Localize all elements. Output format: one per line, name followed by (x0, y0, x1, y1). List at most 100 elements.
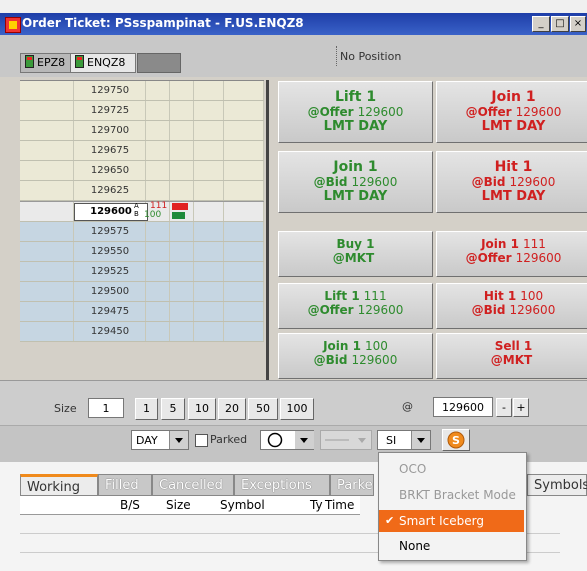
ladder-cell[interactable] (224, 121, 264, 140)
ladder-cell[interactable] (224, 81, 264, 100)
ladder-cell[interactable] (194, 141, 224, 160)
size-preset-button[interactable]: 1 (135, 398, 158, 420)
ladder-row[interactable]: 129675 (20, 141, 264, 161)
ladder-cell[interactable] (20, 81, 74, 100)
size-preset-button[interactable]: 50 (248, 398, 278, 420)
ladder-cell[interactable] (20, 242, 74, 261)
parked-checkbox[interactable] (195, 434, 208, 447)
ladder-cell[interactable] (170, 121, 194, 140)
ladder-cell[interactable] (20, 282, 74, 301)
ladder-row[interactable]: 129525 (20, 262, 264, 282)
ladder-row[interactable]: 129600 A B 111 100 (20, 201, 264, 222)
ladder-cell[interactable] (20, 202, 74, 221)
ladder-row[interactable]: 129500 (20, 282, 264, 302)
hit-bid-limit-button[interactable]: Hit 1 @Bid 129600 LMT DAY (436, 151, 587, 213)
ladder-cell[interactable] (224, 322, 264, 341)
ladder-cell[interactable] (224, 202, 264, 221)
tab-contract-enqz8[interactable]: ENQZ8 (70, 53, 136, 73)
ladder-cell[interactable] (146, 181, 170, 200)
hit-bid-size-button[interactable]: Hit 1 100 @Bid 129600 (436, 283, 587, 329)
ladder-cell[interactable] (170, 161, 194, 180)
order-type-select[interactable] (260, 430, 314, 450)
ladder-cell[interactable] (170, 242, 194, 261)
column-header-symbol[interactable]: Symbol (220, 498, 265, 512)
ladder-cell[interactable] (170, 222, 194, 241)
algo-settings-button[interactable]: S (442, 429, 470, 451)
ladder-cell[interactable] (20, 302, 74, 321)
price-decrement-button[interactable]: - (496, 398, 512, 417)
price-increment-button[interactable]: + (513, 398, 529, 417)
ladder-row[interactable]: 129450 (20, 322, 264, 342)
ladder-cell[interactable] (170, 101, 194, 120)
tab-filled[interactable]: Filled (98, 474, 152, 496)
tab-contract-empty[interactable] (137, 53, 181, 73)
column-header-time[interactable]: Time (325, 498, 354, 512)
ladder-row[interactable]: 129625 (20, 181, 264, 201)
menu-item-oco[interactable]: OCO (379, 458, 524, 480)
ladder-cell[interactable] (224, 181, 264, 200)
buy-market-button[interactable]: Buy 1 @MKT (278, 231, 433, 277)
tif-select[interactable]: DAY (131, 430, 189, 450)
ladder-cell[interactable] (146, 161, 170, 180)
size-preset-button[interactable]: 10 (188, 398, 216, 420)
ladder-cell[interactable] (170, 282, 194, 301)
join-offer-limit-button[interactable]: Join 1 @Offer 129600 LMT DAY (436, 81, 587, 143)
tab-working[interactable]: Working (20, 474, 98, 496)
ladder-cell[interactable] (20, 222, 74, 241)
ladder-cell[interactable] (224, 161, 264, 180)
tab-exceptions[interactable]: Exceptions (234, 474, 330, 496)
join-bid-limit-button[interactable]: Join 1 @Bid 129600 LMT DAY (278, 151, 433, 213)
sell-market-button[interactable]: Sell 1 @MKT (436, 333, 587, 379)
menu-item-smart-iceberg[interactable]: ✔ Smart Iceberg (379, 510, 524, 532)
ladder-row[interactable]: 129750 (20, 81, 264, 101)
ladder-cell[interactable] (146, 222, 170, 241)
ladder-cell[interactable] (170, 141, 194, 160)
ladder-row[interactable]: 129550 (20, 242, 264, 262)
menu-item-none[interactable]: None (379, 535, 524, 557)
ladder-cell[interactable] (146, 302, 170, 321)
tab-contract-epz8[interactable]: EPZ8 (20, 53, 72, 73)
column-header-type[interactable]: Ty (310, 498, 323, 512)
tab-symbols[interactable]: Symbols (527, 474, 587, 496)
ladder-cell[interactable] (146, 81, 170, 100)
title-bar[interactable]: Order Ticket: PSsspampinat - F.US.ENQZ8 … (0, 13, 587, 35)
ladder-cell[interactable] (194, 222, 224, 241)
ladder-cell[interactable] (20, 181, 74, 200)
ladder-cell[interactable] (146, 121, 170, 140)
ladder-row[interactable]: 129575 (20, 222, 264, 242)
ladder-cell[interactable] (170, 322, 194, 341)
ladder-row[interactable]: 129700 (20, 121, 264, 141)
ladder-cell[interactable] (194, 101, 224, 120)
ladder-cell[interactable] (170, 81, 194, 100)
ladder-cell[interactable] (224, 141, 264, 160)
column-header-bs[interactable]: B/S (120, 498, 140, 512)
ladder-cell[interactable] (224, 262, 264, 281)
ladder-cell[interactable] (194, 302, 224, 321)
size-input[interactable]: 1 (88, 398, 124, 418)
ladder-row[interactable]: 129650 (20, 161, 264, 181)
ladder-cell[interactable] (194, 202, 224, 221)
ladder-cell[interactable] (20, 101, 74, 120)
ladder-cell[interactable] (20, 141, 74, 160)
ladder-cell[interactable] (146, 322, 170, 341)
ladder-cell[interactable] (224, 101, 264, 120)
ladder-cell[interactable] (146, 141, 170, 160)
ladder-cell[interactable] (146, 101, 170, 120)
ladder-cell[interactable] (194, 81, 224, 100)
column-header-size[interactable]: Size (166, 498, 191, 512)
ladder-cell[interactable] (194, 161, 224, 180)
join-offer-size-button[interactable]: Join 1 111 @Offer 129600 (436, 231, 587, 277)
ladder-row[interactable]: 129475 (20, 302, 264, 322)
tab-parke[interactable]: Parke (330, 474, 374, 496)
ladder-cell[interactable] (224, 242, 264, 261)
join-bid-size-button[interactable]: Join 1 100 @Bid 129600 (278, 333, 433, 379)
ladder-cell[interactable] (146, 262, 170, 281)
menu-item-bracket-mode[interactable]: BRKT Bracket Mode (379, 484, 524, 506)
ladder-cell[interactable] (170, 302, 194, 321)
ladder-cell[interactable] (194, 262, 224, 281)
ladder-cell[interactable] (224, 302, 264, 321)
limit-price-input[interactable]: 129600 (433, 397, 493, 417)
lift-offer-size-button[interactable]: Lift 1 111 @Offer 129600 (278, 283, 433, 329)
ladder-cell[interactable] (146, 242, 170, 261)
size-preset-button[interactable]: 100 (280, 398, 314, 420)
